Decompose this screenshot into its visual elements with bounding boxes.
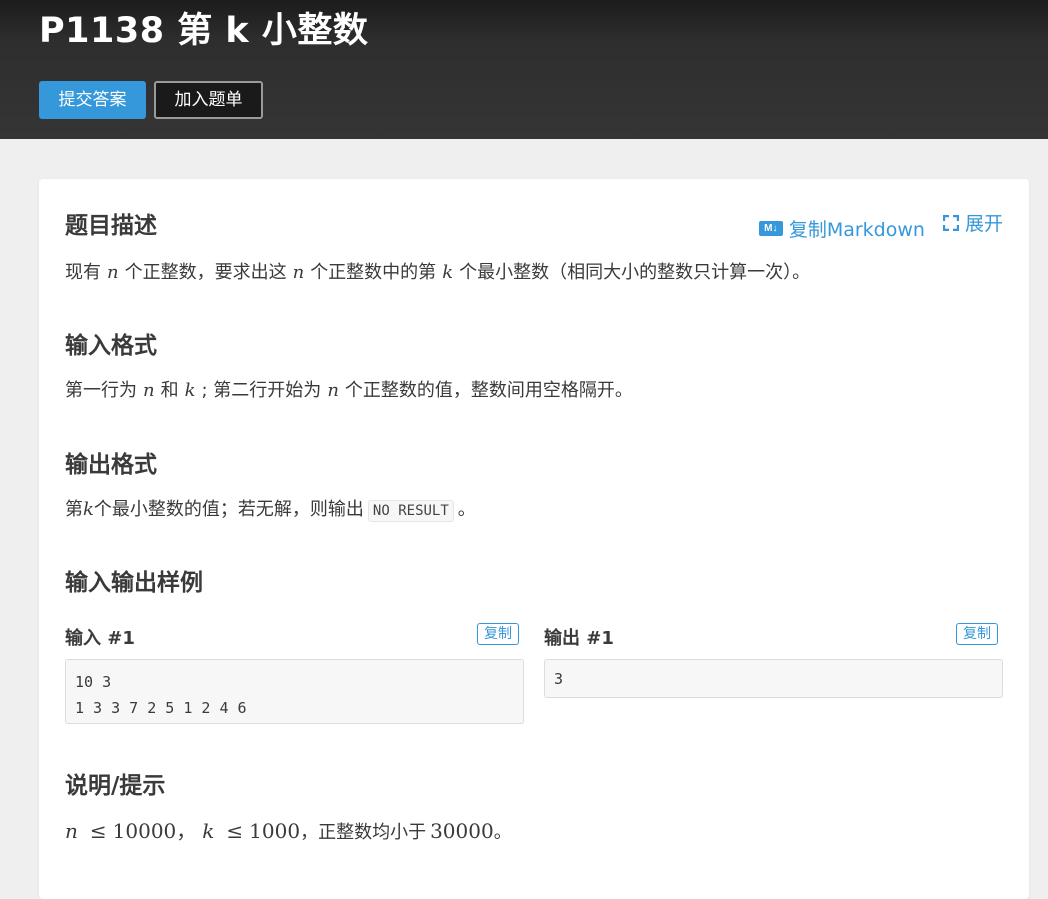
- input-format-heading: 输入格式: [65, 333, 157, 359]
- inline-code: NO RESULT: [367, 500, 454, 522]
- sample-output-line: 3: [554, 670, 564, 688]
- var-n: n: [327, 380, 339, 401]
- copy-input-button[interactable]: 复制: [477, 623, 519, 645]
- hint-text: n ≤10000， k ≤1000，正整数均小于 30000。: [65, 819, 512, 843]
- var-n: n: [292, 262, 305, 283]
- problem-card: M↓ 复制Markdown 展开 题目描述 现有 n 个正整数，要求出这 n 个正整数中…: [39, 179, 1029, 899]
- samples-heading: 输入输出样例: [65, 570, 203, 596]
- sample-input-box: 10 3 1 3 3 7 2 5 1 2 4 6: [65, 659, 524, 724]
- markdown-icon: M↓: [758, 220, 783, 236]
- var-k: k: [184, 380, 196, 401]
- var-k: k: [83, 499, 94, 520]
- expand-label: 展开: [964, 213, 1003, 235]
- hint-heading: 说明/提示: [65, 773, 166, 799]
- output-format-heading: 输出格式: [65, 452, 157, 478]
- description-heading: 题目描述: [65, 213, 157, 239]
- description-text: 现有 n 个正整数，要求出这 n 个正整数中的第 k 个最小整数（相同大小的整数只计算一次）…: [65, 262, 811, 283]
- page-title: P1138 第 k 小整数: [39, 11, 369, 51]
- copy-markdown-button[interactable]: M↓ 复制Markdown: [758, 215, 925, 242]
- var-n: n: [143, 380, 155, 401]
- add-to-list-button[interactable]: 加入题单: [154, 81, 263, 119]
- var-n: n: [65, 819, 78, 843]
- submit-answer-button[interactable]: 提交答案: [39, 81, 146, 119]
- problem-header: P1138 第 k 小整数 提交答案 加入题单: [0, 0, 1048, 139]
- sample-output-box: 3: [544, 659, 1003, 698]
- sample-input-label: 输入 #1: [65, 628, 135, 649]
- var-k: k: [202, 819, 215, 843]
- copy-markdown-label: 复制Markdown: [788, 218, 925, 241]
- output-format-text: 第k个最小整数的值；若无解，则输出 NO RESULT。: [65, 499, 476, 522]
- var-n: n: [107, 262, 119, 283]
- sample-output-label: 输出 #1: [544, 628, 614, 649]
- var-k: k: [442, 262, 454, 283]
- expand-icon: [942, 214, 959, 231]
- sample-input-line: 1 3 3 7 2 5 1 2 4 6: [75, 699, 247, 717]
- copy-output-button[interactable]: 复制: [956, 623, 998, 645]
- expand-button[interactable]: 展开: [942, 209, 1003, 236]
- input-format-text: 第一行为 n 和 k; 第二行开始为 n 个正整数的值，整数间用空格隔开。: [65, 380, 633, 401]
- sample-input-line: 10 3: [75, 673, 112, 691]
- problem-toolbar: M↓ 复制Markdown 展开: [747, 209, 1003, 242]
